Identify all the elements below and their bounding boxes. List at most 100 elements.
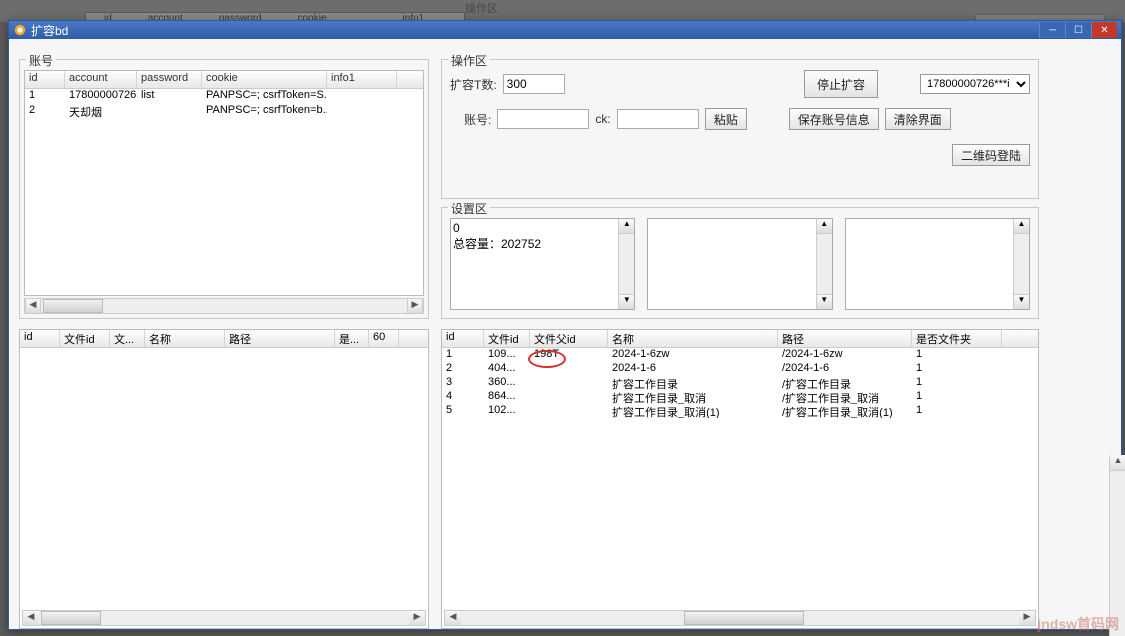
minimize-button[interactable]: ─ [1039,22,1065,38]
t-label: 扩容T数: [450,76,497,93]
accounts-listview[interactable]: id account password cookie info1 1178000… [24,70,424,296]
cell: 198T [530,348,608,362]
cell: 1 [442,348,484,362]
table-row[interactable]: 4864...扩容工作目录_取消/扩容工作目录_取消1 [442,390,1038,404]
paste-button[interactable]: 粘贴 [705,108,747,130]
scroll-up-icon[interactable]: ▲ [1110,455,1125,471]
cell [137,104,202,119]
lcol-fileid[interactable]: 文件id [60,330,110,347]
cell: 扩容工作目录_取消(1) [608,404,778,418]
table-row[interactable]: 5102... 扩容工作目录_取消(1)/扩容工作目录_取消(1)1 [442,404,1038,418]
scroll-thumb[interactable] [41,611,101,625]
cell: list [137,89,202,104]
col-account[interactable]: account [65,71,137,88]
settings-line1: 0 [453,221,632,235]
lcol-trunc[interactable]: 文... [110,330,145,347]
accounts-header[interactable]: id account password cookie info1 [25,71,423,89]
outer-vscroll[interactable]: ▲ [1109,455,1125,636]
right-files-listview[interactable]: id 文件id 文件父id 名称 路径 是否文件夹 1109...198T202… [441,329,1039,629]
cell [530,404,608,418]
cell: 天却烟 [65,104,137,119]
scroll-left-icon[interactable]: ◀ [445,611,461,625]
vscroll-icon[interactable] [1013,219,1029,309]
cell: 1 [912,404,1002,418]
rcol-pid[interactable]: 文件父id [530,330,608,347]
right-files-body[interactable]: 1109...198T2024-1-6zw/2024-1-6zw12404...… [442,348,1038,418]
right-files-hscroll[interactable]: ◀ ▶ [444,610,1036,626]
cell [327,104,397,119]
main-window: 扩容bd ─ ☐ ✕ 账号 id account password cookie… [8,20,1122,630]
cell: 2024-1-6zw [608,348,778,362]
scroll-thumb[interactable] [43,299,103,313]
table-row[interactable]: 117800000726listPANPSC=; csrfToken=S... [25,89,423,104]
lcol-60[interactable]: 60 [369,330,399,347]
t-input[interactable] [503,74,565,94]
scroll-thumb[interactable] [684,611,804,625]
account-combo[interactable]: 17800000726***i [920,74,1030,94]
acct-input[interactable] [497,109,589,129]
rcol-name[interactable]: 名称 [608,330,778,347]
cell: 扩容工作目录 [608,376,778,390]
cell: 扩容工作目录_取消 [608,390,778,404]
accounts-hscroll[interactable]: ◀ ▶ [24,298,424,314]
scroll-left-icon[interactable]: ◀ [23,611,39,625]
table-row[interactable]: 2天却烟PANPSC=; csrfToken=b... [25,104,423,119]
cell: /2024-1-6 [778,362,912,376]
cell: 1 [912,376,1002,390]
lcol-name[interactable]: 名称 [145,330,225,347]
settings-line2: 总容量：202752 [453,235,632,252]
scroll-left-icon[interactable]: ◀ [25,299,41,313]
scroll-track[interactable] [103,299,407,313]
scroll-right-icon[interactable]: ▶ [1019,611,1035,625]
cell: 5 [442,404,484,418]
save-account-button[interactable]: 保存账号信息 [789,108,879,130]
cell: 1 [912,348,1002,362]
settings-textarea-3[interactable] [845,218,1030,310]
titlebar[interactable]: 扩容bd ─ ☐ ✕ [9,21,1121,39]
clear-ui-button[interactable]: 清除界面 [885,108,951,130]
vscroll-icon[interactable] [816,219,832,309]
ops-group-label: 操作区 [448,52,490,69]
col-cookie[interactable]: cookie [202,71,327,88]
cell: /扩容工作目录_取消(1) [778,404,912,418]
cell: 3 [442,376,484,390]
left-files-hscroll[interactable]: ◀ ▶ [22,610,426,626]
cell: 404... [484,362,530,376]
cell: 1 [25,89,65,104]
lcol-isdir[interactable]: 是... [335,330,369,347]
table-row[interactable]: 3360...扩容工作目录/扩容工作目录1 [442,376,1038,390]
table-row[interactable]: 1109...198T2024-1-6zw/2024-1-6zw1 [442,348,1038,362]
col-info1[interactable]: info1 [327,71,397,88]
left-files-header[interactable]: id 文件id 文... 名称 路径 是... 60 [20,330,428,348]
lcol-path[interactable]: 路径 [225,330,335,347]
cell [530,390,608,404]
bg-ops-label: 操作区 [465,0,498,16]
maximize-button[interactable]: ☐ [1065,22,1091,38]
cell: 4 [442,390,484,404]
ck-input[interactable] [617,109,699,129]
settings-textarea-1[interactable]: 0 总容量：202752 [450,218,635,310]
stop-expand-button[interactable]: 停止扩容 [804,70,878,98]
close-button[interactable]: ✕ [1091,22,1117,38]
scroll-right-icon[interactable]: ▶ [407,299,423,313]
rcol-fileid[interactable]: 文件id [484,330,530,347]
col-password[interactable]: password [137,71,202,88]
rcol-isdir[interactable]: 是否文件夹 [912,330,1002,347]
cell: 360... [484,376,530,390]
scroll-right-icon[interactable]: ▶ [409,611,425,625]
table-row[interactable]: 2404...2024-1-6/2024-1-61 [442,362,1038,376]
cell: 102... [484,404,530,418]
rcol-path[interactable]: 路径 [778,330,912,347]
lcol-id[interactable]: id [20,330,60,347]
col-id[interactable]: id [25,71,65,88]
accounts-group: 账号 id account password cookie info1 1178… [19,59,429,319]
settings-textarea-2[interactable] [647,218,832,310]
cell: 2 [442,362,484,376]
cell: 17800000726 [65,89,137,104]
vscroll-icon[interactable] [618,219,634,309]
left-files-listview[interactable]: id 文件id 文... 名称 路径 是... 60 ◀ ▶ [19,329,429,629]
rcol-id[interactable]: id [442,330,484,347]
accounts-body[interactable]: 117800000726listPANPSC=; csrfToken=S...2… [25,89,423,119]
right-files-header[interactable]: id 文件id 文件父id 名称 路径 是否文件夹 [442,330,1038,348]
qr-login-button[interactable]: 二维码登陆 [952,144,1030,166]
